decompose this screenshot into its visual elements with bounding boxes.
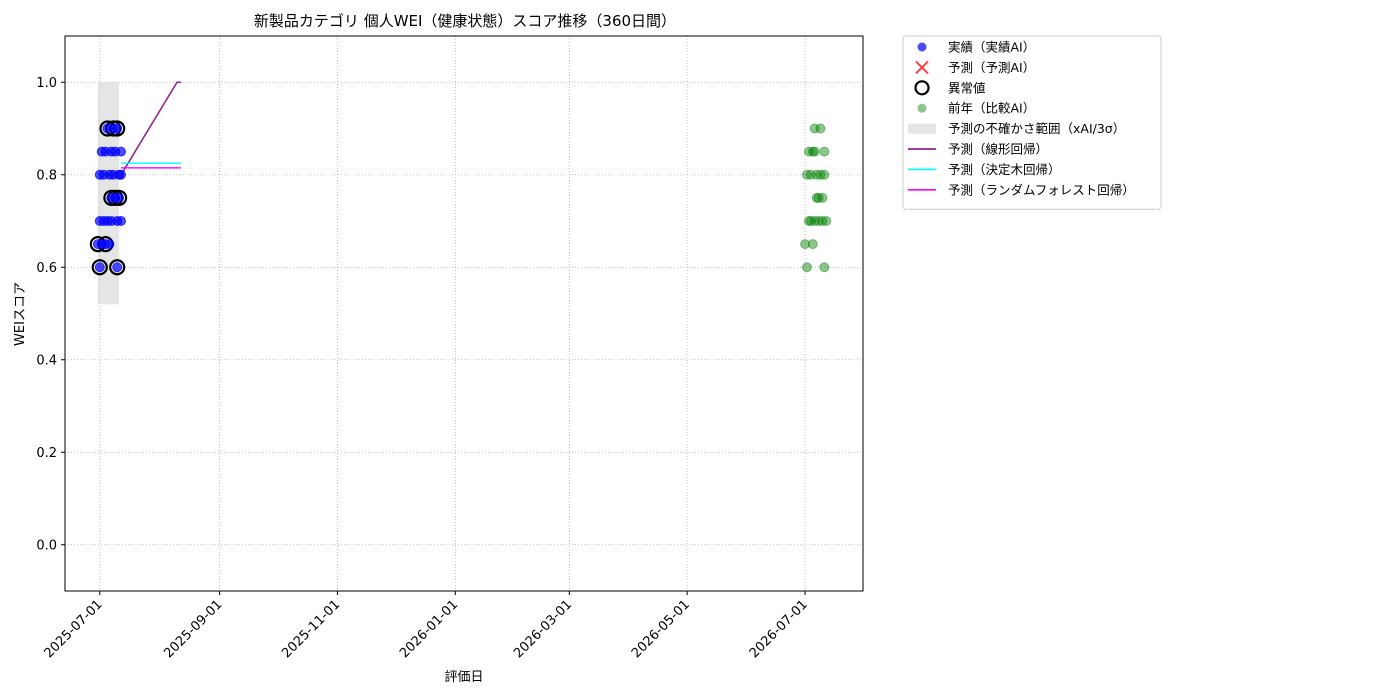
- previous-year-point: [821, 216, 832, 226]
- legend-label: 前年（比較AI）: [948, 101, 1035, 116]
- legend-label: 異常値: [948, 80, 986, 95]
- legend-dot-marker: [917, 103, 927, 113]
- previous-year-point: [819, 262, 830, 273]
- actual-point: [116, 169, 127, 180]
- y-tick-label: 0.2: [36, 446, 57, 461]
- legend-band-swatch: [908, 123, 936, 134]
- previous-year-point: [819, 146, 830, 157]
- points-layer: [89, 120, 832, 276]
- x-tick-label: 2026-03-01: [511, 597, 575, 661]
- chart: 新製品カテゴリ 個人WEI（健康状態）スコア推移（360日間） 2025-07-…: [13, 12, 1162, 685]
- legend: 実績（実績AI） 予測（予測AI） 異常値前年（比較AI） 予測の不確かさ範囲（xAI…: [902, 35, 1162, 210]
- legend-label: 予測（ランダムフォレスト回帰）: [948, 182, 1135, 197]
- previous-year-point: [801, 262, 812, 273]
- x-tick-label: 2025-11-01: [279, 597, 343, 661]
- legend-label: 予測（予測AI）: [948, 60, 1035, 75]
- actual-point: [104, 239, 115, 250]
- previous-year-point: [807, 239, 818, 250]
- previous-year-point: [815, 123, 826, 134]
- prediction-lines-layer: [120, 81, 181, 176]
- y-axis-ticks: 0.0 0.2 0.4 0.6 0.8 1.0: [36, 76, 65, 553]
- prediction-line: [120, 81, 181, 176]
- y-tick-label: 0.4: [36, 353, 57, 368]
- actual-point: [116, 146, 127, 157]
- actual-point: [114, 192, 125, 203]
- y-tick-label: 0.0: [36, 538, 57, 553]
- y-tick-label: 1.0: [36, 76, 57, 91]
- previous-year-point: [809, 146, 820, 157]
- previous-year-point: [817, 192, 828, 203]
- actual-point: [112, 262, 123, 273]
- y-tick-label: 0.6: [36, 261, 57, 276]
- x-tick-label: 2025-09-01: [161, 597, 225, 661]
- actual-point: [116, 216, 127, 226]
- actual-point: [94, 262, 105, 273]
- x-tick-label: 2026-01-01: [397, 597, 461, 661]
- legend-dot-marker: [917, 42, 927, 52]
- chart-title: 新製品カテゴリ 個人WEI（健康状態）スコア推移（360日間）: [254, 12, 676, 30]
- actual-point: [112, 123, 123, 134]
- legend-label: 予測の不確かさ範囲（xAI/3σ）: [948, 121, 1125, 136]
- y-axis-label: WEIスコア: [13, 282, 28, 346]
- grid: [65, 36, 863, 591]
- legend-label: 予測（線形回帰）: [948, 142, 1048, 157]
- previous-year-point: [819, 169, 830, 180]
- x-axis-ticks: 2025-07-01 2025-09-01 2025-11-01 2026-01-01…: [42, 591, 811, 661]
- x-axis-label: 評価日: [444, 670, 483, 685]
- legend-label: 予測（決定木回帰）: [948, 162, 1061, 177]
- x-tick-label: 2026-07-01: [747, 597, 811, 661]
- x-tick-label: 2025-07-01: [42, 597, 106, 661]
- plot-frame: [64, 35, 864, 592]
- x-tick-label: 2026-05-01: [629, 597, 693, 661]
- legend-label: 実績（実績AI）: [948, 40, 1035, 55]
- y-tick-label: 0.8: [36, 168, 57, 183]
